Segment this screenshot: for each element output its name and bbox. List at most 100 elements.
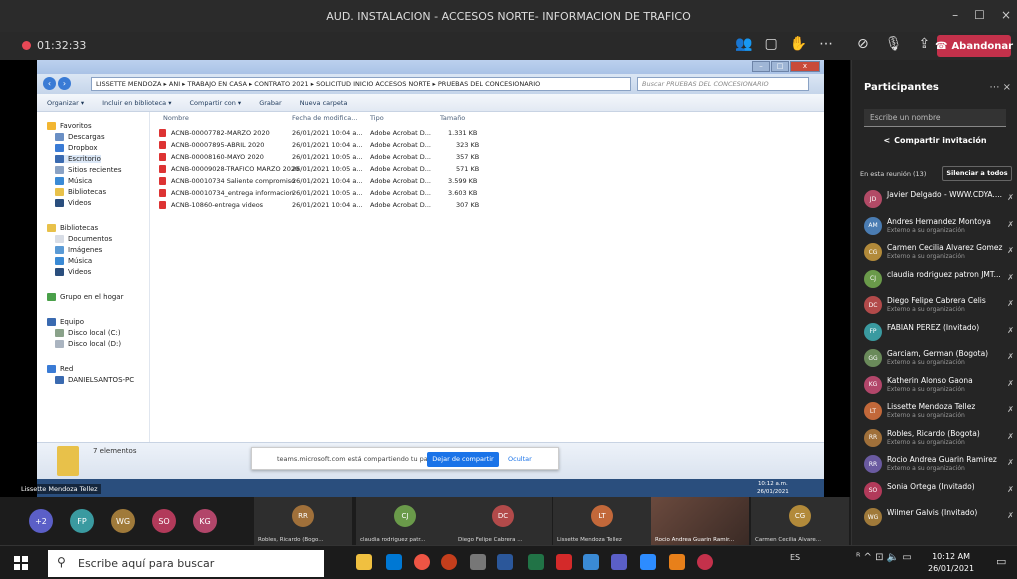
participant-item[interactable]: GG Garciam, German (Bogota) Externo a su o… — [864, 347, 1014, 371]
participant-item[interactable]: RR Rocio Andrea Guarin Ramirez Externo a s… — [864, 453, 1014, 477]
gallery-avatar[interactable]: WG — [111, 509, 135, 533]
leave-button[interactable]: ☎ Abandonar — [935, 35, 1013, 57]
recorder-icon[interactable] — [697, 554, 713, 570]
nav-disk-d[interactable]: Disco local (D:) — [55, 340, 121, 348]
explorer-close-button[interactable]: x — [790, 61, 820, 72]
camera-off-icon[interactable]: ⊘ — [857, 36, 869, 52]
breadcrumb[interactable]: LISSETTE MENDOZA ▸ ANI ▸ TRABAJO EN CASA… — [91, 77, 631, 91]
acrobat-icon[interactable] — [556, 554, 572, 570]
gallery-avatar[interactable]: SO — [152, 509, 176, 533]
nav-music[interactable]: Música — [55, 177, 92, 185]
chat-icon[interactable]: ▢ — [764, 36, 777, 52]
column-name[interactable]: Nombre — [163, 114, 189, 122]
participant-item[interactable]: SO Sonia Ortega (Invitado) ✗ — [864, 480, 1014, 504]
in-meeting-count[interactable]: En esta reunión (13) — [860, 170, 926, 178]
language-indicator[interactable]: ES — [790, 553, 800, 562]
gallery-tile[interactable]: CJ claudia rodriguez patr... — [356, 497, 454, 545]
nav-homegroup[interactable]: Grupo en el hogar — [47, 293, 123, 301]
video-tile-live[interactable]: Rocio Andrea Guarin Ramir... — [651, 497, 749, 545]
word-icon[interactable] — [497, 554, 513, 570]
mic-off-icon[interactable]: 🎙 — [885, 36, 903, 52]
office-icon[interactable] — [669, 554, 685, 570]
nav-computer[interactable]: Equipo — [47, 318, 84, 326]
nav-recent[interactable]: Sitios recientes — [55, 166, 122, 174]
nav-documents[interactable]: Documentos — [55, 235, 112, 243]
column-size[interactable]: Tamaño — [440, 114, 465, 122]
nav-desktop[interactable]: Escritorio — [55, 155, 101, 163]
close-button[interactable]: × — [1001, 8, 1011, 22]
nav-dropbox[interactable]: Dropbox — [55, 144, 98, 152]
organize-menu[interactable]: Organizar ▾ — [47, 99, 84, 107]
nav-disk-c[interactable]: Disco local (C:) — [55, 329, 121, 337]
notifications-icon[interactable]: ▭ — [996, 555, 1006, 568]
participant-item[interactable]: RR Robles, Ricardo (Bogota) Externo a su o… — [864, 427, 1014, 451]
more-actions-icon[interactable]: ⋯ — [819, 36, 833, 52]
nav-images[interactable]: Imágenes — [55, 246, 102, 254]
back-arrow-icon[interactable]: ‹ — [43, 77, 56, 90]
nav-pc[interactable]: DANIELSANTOS-PC — [55, 376, 134, 384]
explorer-search-input[interactable]: Buscar PRUEBAS DEL CONCESIONARIO — [637, 77, 809, 91]
burn-button[interactable]: Grabar — [259, 99, 281, 107]
gallery-avatar[interactable]: KG — [193, 509, 217, 533]
nav-music-lib[interactable]: Música — [55, 257, 92, 265]
minimize-button[interactable]: – — [952, 8, 958, 22]
mute-all-button[interactable]: Silenciar a todos — [942, 166, 1012, 181]
nav-videos-fav[interactable]: Videos — [55, 199, 91, 207]
maximize-button[interactable]: ☐ — [974, 8, 985, 22]
taskbar-clock[interactable]: 10:12 AM 26/01/2021 — [928, 551, 974, 575]
app-icon[interactable] — [470, 554, 486, 570]
file-explorer-icon[interactable] — [356, 554, 372, 570]
include-library-menu[interactable]: Incluir en biblioteca ▾ — [102, 99, 171, 107]
share-invite-button[interactable]: < Compartir invitación — [864, 131, 1006, 149]
participant-item[interactable]: DC Diego Felipe Cabrera Celis Externo a su… — [864, 294, 1014, 318]
windows-start-icon[interactable] — [14, 556, 28, 570]
raise-hand-icon[interactable]: ✋ — [790, 36, 807, 52]
share-tray-icon[interactable]: ⇪ — [919, 36, 931, 52]
nav-favorites[interactable]: Favoritos — [47, 122, 92, 130]
participant-item[interactable]: JD Javier Delgado - WWW.CDYA.... ✗ — [864, 188, 1014, 212]
file-row[interactable]: ACNB-00008160-MAYO 2020 26/01/2021 10:05 … — [159, 153, 479, 164]
participant-item[interactable]: CJ claudia rodriguez patron JMT... ✗ — [864, 268, 1014, 292]
column-type[interactable]: Tipo — [370, 114, 384, 122]
file-row[interactable]: ACNB-00010734 Saliente compromiso 26/01/2… — [159, 177, 479, 188]
gallery-tile[interactable]: CG Carmen Cecilia Alvare... — [751, 497, 849, 545]
more-options-icon[interactable]: ⋯ × — [989, 82, 1011, 93]
system-tray-icons[interactable]: ᴿ ^ ⊡ 🔈 ▭ — [856, 552, 912, 563]
nav-videos-lib[interactable]: Videos — [55, 268, 91, 276]
nav-libraries[interactable]: Bibliotecas — [47, 224, 98, 232]
participants-icon[interactable]: 👥 — [735, 36, 752, 52]
participant-search-input[interactable]: Escribe un nombre — [864, 109, 1006, 127]
zoom-icon[interactable] — [640, 554, 656, 570]
share-with-menu[interactable]: Compartir con ▾ — [189, 99, 241, 107]
nav-downloads[interactable]: Descargas — [55, 133, 105, 141]
file-row[interactable]: ACNB-00010734_entrega informacion 26/01/2… — [159, 189, 479, 200]
file-row[interactable]: ACNB-00007895-ABRIL 2020 26/01/2021 10:04… — [159, 141, 479, 152]
excel-icon[interactable] — [528, 554, 544, 570]
windows-search-input[interactable]: ⚲ Escribe aquí para buscar — [48, 550, 324, 577]
participant-item[interactable]: KG Katherin Alonso Gaona Externo a su orga… — [864, 374, 1014, 398]
explorer-maximize-button[interactable]: □ — [771, 61, 789, 72]
gallery-avatar[interactable]: FP — [70, 509, 94, 533]
file-row[interactable]: ACNB-00009028-TRAFICO MARZO 2020 26/01/20… — [159, 165, 479, 176]
gallery-tile[interactable]: DC Diego Felipe Cabrera ... — [454, 497, 552, 545]
explorer-minimize-button[interactable]: – — [752, 61, 770, 72]
forward-arrow-icon[interactable]: › — [58, 77, 71, 90]
calculator-icon[interactable] — [583, 554, 599, 570]
hide-button[interactable]: Ocultar — [508, 455, 532, 463]
powerpoint-icon[interactable] — [441, 554, 457, 570]
new-folder-button[interactable]: Nueva carpeta — [300, 99, 348, 107]
participant-item[interactable]: CG Carmen Cecilia Alvarez Gomez Externo a … — [864, 241, 1014, 265]
nav-network[interactable]: Red — [47, 365, 73, 373]
nav-libraries-fav[interactable]: Bibliotecas — [55, 188, 106, 196]
teams-icon[interactable] — [611, 554, 627, 570]
participant-item[interactable]: WG Wilmer Galvis (Invitado) ✗ — [864, 506, 1014, 530]
chrome-icon[interactable] — [414, 554, 430, 570]
stop-sharing-button[interactable]: Dejar de compartir — [427, 452, 499, 467]
file-row[interactable]: ACNB-10860-entrega videos 26/01/2021 10:0… — [159, 201, 479, 212]
outlook-icon[interactable] — [386, 554, 402, 570]
gallery-avatar[interactable]: +2 — [29, 509, 53, 533]
file-row[interactable]: ACNB-00007782-MARZO 2020 26/01/2021 10:04… — [159, 129, 479, 140]
participant-item[interactable]: LT Lissette Mendoza Tellez Externo a su or… — [864, 400, 1014, 424]
gallery-tile[interactable]: RR Robles, Ricardo (Bogo... — [254, 497, 352, 545]
participant-item[interactable]: FP FABIAN PEREZ (Invitado) ✗ — [864, 321, 1014, 345]
